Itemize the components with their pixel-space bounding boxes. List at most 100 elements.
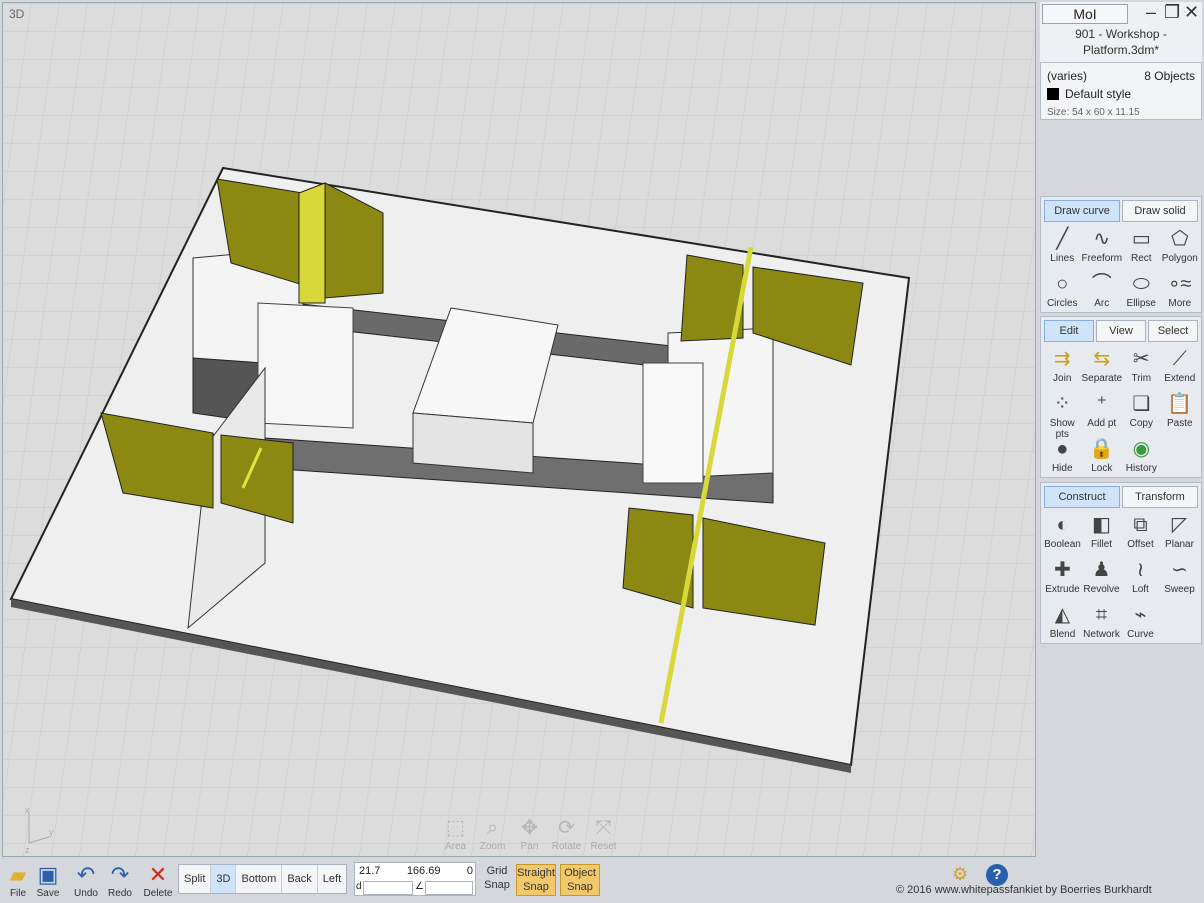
curve-icon: ⌁	[1134, 604, 1147, 626]
blend-tool[interactable]: ◭ Blend	[1043, 601, 1082, 646]
loft-tool[interactable]: ≀ Loft	[1121, 556, 1160, 601]
close-icon[interactable]: ✕	[1184, 2, 1199, 23]
moi-app-button[interactable]: MoI	[1042, 4, 1128, 24]
tab-select[interactable]: Select	[1148, 320, 1198, 342]
history-tool[interactable]: ◉ History	[1122, 435, 1160, 480]
view-back[interactable]: Back	[282, 865, 318, 893]
extend-tool[interactable]: ⟋ Extend	[1161, 345, 1199, 390]
zoom-button[interactable]: ⌕ Zoom	[476, 815, 509, 852]
pan-button[interactable]: ✥ Pan	[513, 815, 546, 852]
object-snap-toggle[interactable]: Object Snap	[560, 864, 600, 896]
rect-icon: ▭	[1131, 228, 1151, 250]
fillet-tool[interactable]: ◧ Fillet	[1082, 511, 1121, 556]
trim-tool[interactable]: ✂ Trim	[1122, 345, 1160, 390]
paste-tool[interactable]: 📋 Paste	[1161, 390, 1199, 435]
sweep-tool[interactable]: ∽ Sweep	[1160, 556, 1199, 601]
reset-icon: ⤧	[595, 817, 612, 839]
document-name: 901 - Workshop - Platform.3dm*	[1075, 27, 1167, 57]
properties-box: (varies) 8 Objects Default style Size: 5…	[1040, 62, 1202, 120]
tab-view[interactable]: View	[1096, 320, 1146, 342]
arc-tool[interactable]: ⌒ Arc	[1081, 270, 1122, 315]
restore-icon[interactable]: ❐	[1164, 2, 1180, 23]
freeform-tool[interactable]: ∿ Freeform	[1081, 225, 1122, 270]
save-button[interactable]: ▣ Save	[30, 862, 66, 899]
view-left[interactable]: Left	[318, 865, 346, 893]
reset-button[interactable]: ⤧ Reset	[587, 815, 620, 852]
extrude-icon: ✚	[1054, 559, 1071, 581]
minimize-icon[interactable]: –	[1146, 2, 1156, 23]
lines-tool[interactable]: ╱ Lines	[1043, 225, 1081, 270]
paste-icon: 📋	[1167, 393, 1193, 415]
polygon-tool[interactable]: ⬠ Polygon	[1161, 225, 1199, 270]
show-pts-tool[interactable]: ⁘ Show pts	[1043, 390, 1081, 440]
tab-draw-curve[interactable]: Draw curve	[1044, 200, 1120, 222]
grid-snap-toggle[interactable]: Grid Snap	[482, 864, 512, 892]
copyright-text: © 2016 www.whitepassfankiet by Boerries …	[896, 884, 1152, 896]
undo-button[interactable]: ↶ Undo	[68, 862, 104, 899]
ellipse-tool[interactable]: ⬭ Ellipse	[1122, 270, 1160, 315]
view-bottom[interactable]: Bottom	[236, 865, 283, 893]
object-count: 8 Objects	[1144, 69, 1195, 83]
extrude-tool[interactable]: ✚ Extrude	[1043, 556, 1082, 601]
planar-tool[interactable]: ◸ Planar	[1160, 511, 1199, 556]
more-tool[interactable]: ∘≈ More	[1161, 270, 1199, 315]
draw-panel: Draw curve Draw solid ╱ Lines ∿ Freeform ▭…	[1040, 196, 1202, 313]
arc-icon: ⌒	[1091, 273, 1112, 295]
join-tool[interactable]: ⇉ Join	[1043, 345, 1081, 390]
hide-tool[interactable]: ● Hide	[1043, 435, 1081, 480]
tab-transform[interactable]: Transform	[1122, 486, 1198, 508]
revolve-tool[interactable]: ♟ Revolve	[1082, 556, 1121, 601]
object-name[interactable]: (varies)	[1047, 69, 1087, 83]
hide-icon: ●	[1056, 438, 1069, 460]
rotate-button[interactable]: ⟳ Rotate	[550, 815, 583, 852]
rect-tool[interactable]: ▭ Rect	[1122, 225, 1160, 270]
offset-icon: ⧉	[1133, 514, 1148, 536]
tab-edit[interactable]: Edit	[1044, 320, 1094, 342]
bottom-toolbar: ▰ File ▣ Save ↶ Undo ↷ Redo ✕ Delete Split 3D…	[0, 858, 1204, 903]
coord-x[interactable]: 21.7	[359, 865, 380, 877]
copy-icon: ❏	[1132, 393, 1151, 415]
options-icon[interactable]: ⚙	[952, 864, 968, 885]
rotate-icon: ⟳	[558, 817, 575, 839]
show-points-icon: ⁘	[1053, 393, 1071, 415]
coord-y[interactable]: 166.69	[407, 865, 441, 877]
fillet-icon: ◧	[1092, 514, 1111, 536]
boolean-tool[interactable]: ◐ Boolean	[1043, 511, 1082, 556]
redo-icon: ↷	[110, 862, 130, 887]
join-icon: ⇉	[1053, 348, 1071, 370]
area-zoom-button[interactable]: ⬚ Area	[439, 815, 472, 852]
help-icon[interactable]: ?	[986, 864, 1008, 886]
circle-icon: ○	[1056, 273, 1069, 295]
coord-z[interactable]: 0	[467, 865, 473, 877]
line-icon: ╱	[1056, 228, 1069, 250]
style-selector[interactable]: Default style	[1047, 87, 1131, 101]
panel-top-left-c	[298, 182, 326, 304]
lock-icon: 🔒	[1089, 438, 1115, 460]
angle-input[interactable]	[425, 881, 473, 895]
view-split[interactable]: Split	[179, 865, 212, 893]
tab-construct[interactable]: Construct	[1044, 486, 1120, 508]
network-tool[interactable]: ⌗ Network	[1082, 601, 1121, 646]
circles-tool[interactable]: ○ Circles	[1043, 270, 1081, 315]
distance-input[interactable]	[363, 881, 413, 895]
separate-tool[interactable]: ⇆ Separate	[1081, 345, 1122, 390]
lock-tool[interactable]: 🔒 Lock	[1081, 435, 1122, 480]
viewport-label: 3D	[9, 7, 25, 21]
redo-button[interactable]: ↷ Redo	[102, 862, 138, 899]
add-pt-tool[interactable]: ⁺ Add pt	[1081, 390, 1122, 435]
straight-snap-toggle[interactable]: Straight Snap	[516, 864, 556, 896]
scene-canvas[interactable]	[3, 3, 1036, 857]
curve-tool[interactable]: ⌁ Curve	[1121, 601, 1160, 646]
construct-panel: Construct Transform ◐ Boolean ◧ Fillet ⧉ Of…	[1040, 482, 1202, 644]
polygon-icon: ⬠	[1171, 228, 1189, 250]
planar-icon: ◸	[1171, 514, 1188, 536]
extend-icon: ⟋	[1172, 348, 1187, 370]
view-3d[interactable]: 3D	[211, 865, 237, 893]
copy-tool[interactable]: ❏ Copy	[1122, 390, 1160, 435]
delete-button[interactable]: ✕ Delete	[140, 862, 176, 899]
offset-tool[interactable]: ⧉ Offset	[1121, 511, 1160, 556]
tab-draw-solid[interactable]: Draw solid	[1122, 200, 1198, 222]
coordinate-box: 21.7 166.69 0 d ∠	[354, 862, 476, 896]
3d-viewport[interactable]: 3D x y z ⬚ Area ⌕ Zoom ✥ Pan ⟳ Rotate ⤧ Reset	[2, 2, 1036, 857]
delete-icon: ✕	[148, 862, 168, 887]
